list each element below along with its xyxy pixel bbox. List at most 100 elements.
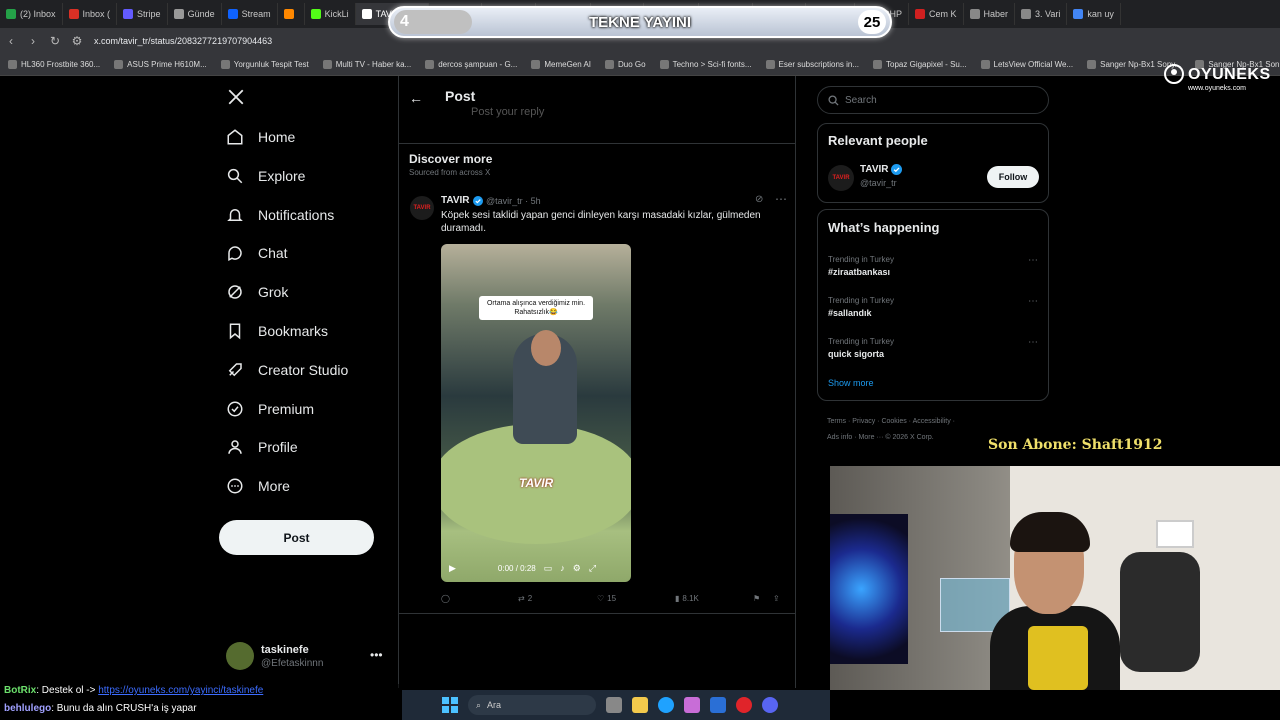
- nav-item-profile[interactable]: Profile: [226, 438, 298, 456]
- nav-item-home[interactable]: Home: [226, 128, 295, 146]
- browser-forward-icon[interactable]: ›: [22, 34, 44, 48]
- tweet[interactable]: TAVIR TAVIR @tavir_tr · 5h ⊘ ⋯ Köpek ses…: [399, 186, 795, 614]
- nav-item-premium[interactable]: Premium: [226, 400, 314, 418]
- search-input[interactable]: Search: [817, 86, 1049, 114]
- nav-item-chat[interactable]: Chat: [226, 244, 288, 262]
- tab-label: Cem K: [928, 9, 957, 19]
- browser-tab[interactable]: Cem K: [909, 3, 964, 25]
- browser-tab[interactable]: KickLi: [305, 3, 356, 25]
- bookmark-button[interactable]: ⚑: [753, 594, 760, 603]
- windows-taskbar: ⌕ Ara: [402, 690, 830, 720]
- nav-label: Home: [258, 129, 296, 145]
- more-dots-icon[interactable]: ⋯: [1028, 296, 1038, 307]
- post-button[interactable]: Post: [219, 520, 374, 555]
- browser-tab[interactable]: Inbox (: [63, 3, 118, 25]
- bookmark-item[interactable]: Eser subscriptions in...: [765, 60, 860, 69]
- whats-happening-card: What’s happening Trending in Turkey #zira…: [817, 209, 1049, 401]
- tab-favicon-icon: [1021, 9, 1032, 19]
- person-name[interactable]: TAVIR: [860, 164, 889, 175]
- views-button[interactable]: ▮ 8.1K: [675, 594, 699, 603]
- like-button[interactable]: ♡ 15: [597, 594, 616, 603]
- bookmark-item[interactable]: Techno > Sci-fi fonts...: [659, 60, 752, 69]
- taskbar-search-input[interactable]: ⌕ Ara: [468, 695, 596, 715]
- more-dots-icon[interactable]: ⋯: [1028, 337, 1038, 348]
- bookmark-item[interactable]: dercos şampuan - G...: [425, 60, 517, 69]
- stream-chat: BotRix: Destek ol -> https://oyuneks.com…: [0, 684, 402, 720]
- nav-label: Grok: [258, 284, 289, 301]
- browser-tab[interactable]: (2) Inbox: [0, 3, 63, 25]
- chat-link[interactable]: https://oyuneks.com/yayinci/taskinefe: [98, 685, 263, 696]
- tab-label: kan uy: [1087, 9, 1114, 19]
- task-view-icon[interactable]: [606, 697, 622, 713]
- settings-icon[interactable]: ⚙: [573, 563, 581, 574]
- browser-tab[interactable]: Stripe: [117, 3, 168, 25]
- browser-tab[interactable]: Haber: [964, 3, 1016, 25]
- nav-item-notifications[interactable]: Notifications: [226, 206, 334, 224]
- bookmark-item[interactable]: ASUS Prime H610M...: [114, 60, 207, 69]
- retweet-button[interactable]: ⇄ 2: [518, 594, 532, 603]
- nav-item-grok[interactable]: Grok: [226, 283, 288, 301]
- tab-favicon-icon: [123, 9, 134, 19]
- bookmark-item[interactable]: HL360 Frostbite 360...: [8, 60, 100, 69]
- nav-item-more[interactable]: More: [226, 477, 290, 495]
- more-dots-icon[interactable]: ⋯: [775, 192, 787, 206]
- reply-button[interactable]: ◯: [441, 594, 450, 603]
- browser-tab[interactable]: [278, 3, 305, 25]
- nav-item-bookmarks[interactable]: Bookmarks: [226, 322, 328, 340]
- windows-start-icon[interactable]: [442, 697, 458, 713]
- x-logo-icon[interactable]: [227, 88, 245, 106]
- browser-back-icon[interactable]: ‹: [0, 34, 22, 48]
- trend-item[interactable]: Trending in Turkey #sallandık ⋯: [828, 296, 1040, 318]
- tweet-author-name[interactable]: TAVIR: [441, 195, 470, 206]
- bookmark-favicon-icon: [114, 60, 124, 69]
- reload-icon[interactable]: ↻: [44, 34, 66, 48]
- nav-label: Explore: [258, 167, 306, 184]
- fullscreen-icon[interactable]: ⤢: [589, 563, 596, 574]
- bookmark-item[interactable]: Multi TV - Haber ka...: [322, 60, 411, 69]
- discord-icon[interactable]: [762, 697, 778, 713]
- reply-input[interactable]: Post your reply: [471, 106, 544, 118]
- opera-icon[interactable]: [736, 697, 752, 713]
- copilot-icon[interactable]: [684, 697, 700, 713]
- bookmark-item[interactable]: Yorgunluk Tespit Test: [220, 60, 309, 69]
- tweet-meta[interactable]: @tavir_tr · 5h: [486, 196, 541, 206]
- more-dots-icon[interactable]: ⋯: [1028, 255, 1038, 266]
- store-icon[interactable]: [710, 697, 726, 713]
- url-field[interactable]: x.com/tavir_tr/status/208327721970790446…: [94, 36, 272, 46]
- edge-icon[interactable]: [658, 697, 674, 713]
- bookmark-favicon-icon: [8, 60, 17, 69]
- browser-tab[interactable]: Stream: [222, 3, 278, 25]
- account-switcher[interactable]: taskinefe @Efetaskinnn •••: [226, 642, 386, 674]
- trend-context: Trending in Turkey: [828, 255, 894, 264]
- home-icon: [227, 129, 243, 145]
- footer-line[interactable]: Terms · Privacy · Cookies · Accessibilit…: [827, 414, 1027, 430]
- play-icon[interactable]: ▶: [449, 563, 456, 574]
- bookmark-item[interactable]: Topaz Gigapixel - Su...: [873, 60, 967, 69]
- nav-item-creator-studio[interactable]: Creator Studio: [226, 361, 348, 379]
- back-arrow-icon[interactable]: ←: [409, 90, 423, 106]
- bookmark-label: Eser subscriptions in...: [778, 60, 860, 69]
- browser-tab[interactable]: kan uy: [1067, 3, 1121, 25]
- browser-tab[interactable]: 3. Vari: [1015, 3, 1068, 25]
- captions-icon[interactable]: ▭: [544, 563, 553, 574]
- follow-button[interactable]: Follow: [987, 166, 1039, 188]
- bookmark-item[interactable]: LetsView Official We...: [980, 60, 1073, 69]
- share-button[interactable]: ⇪: [773, 594, 780, 603]
- bookmark-label: Yorgunluk Tespit Test: [233, 60, 309, 69]
- trend-item[interactable]: Trending in Turkey #ziraatbankası ⋯: [828, 255, 1040, 277]
- avatar[interactable]: TAVIR: [410, 196, 434, 220]
- trend-item[interactable]: Trending in Turkey quick sigorta ⋯: [828, 337, 1040, 359]
- avatar[interactable]: TAVIR: [828, 165, 854, 191]
- volume-icon[interactable]: ♪: [560, 563, 565, 573]
- bookmark-item[interactable]: Duo Go: [605, 60, 646, 69]
- site-info-icon[interactable]: ⚙: [66, 34, 88, 48]
- show-more-link[interactable]: Show more: [828, 378, 874, 388]
- browser-tab[interactable]: Günde: [168, 3, 222, 25]
- nav-item-explore[interactable]: Explore: [226, 167, 305, 185]
- overlay-title: TEKNE YAYINI: [589, 14, 691, 31]
- grok-icon[interactable]: ⊘: [755, 194, 763, 205]
- bookmark-item[interactable]: MemeGen AI: [531, 60, 591, 69]
- more-dots-icon[interactable]: •••: [370, 648, 383, 662]
- video-player[interactable]: Ortama alışınca verdiğimiz min. Rahatsız…: [441, 244, 631, 582]
- file-explorer-icon[interactable]: [632, 697, 648, 713]
